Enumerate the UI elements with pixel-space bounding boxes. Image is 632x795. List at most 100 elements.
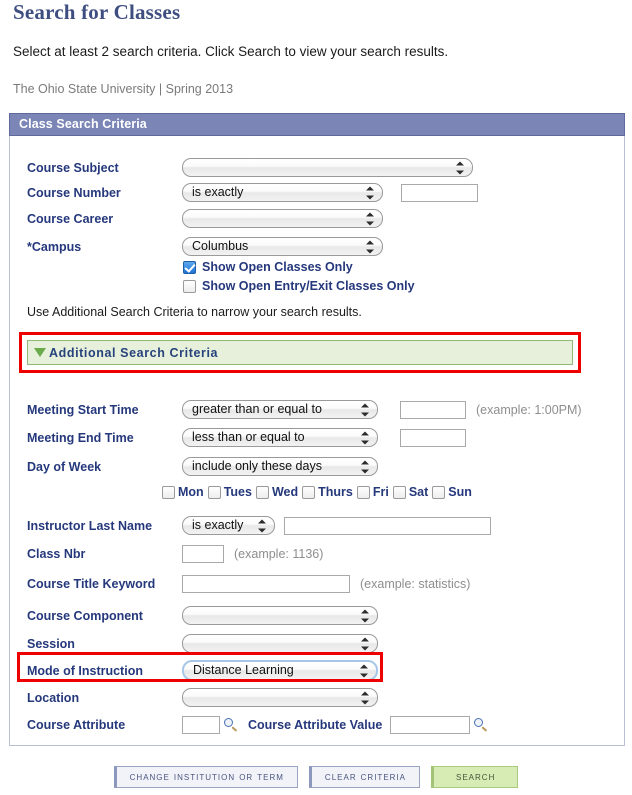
hint-course-title-keyword: (example: statistics) <box>360 577 471 591</box>
label-meeting-start-time: Meeting Start Time <box>27 402 139 417</box>
label-course-attribute-value: Course Attribute Value <box>248 718 383 732</box>
row-course-career: Course Career <box>27 209 383 228</box>
label-location: Location <box>27 690 80 705</box>
row-day-of-week: Day of Week include only these days <box>27 457 378 476</box>
checkbox-day-sun[interactable] <box>432 485 446 499</box>
label-day-mon: Mon <box>178 485 204 499</box>
row-campus: *Campus Columbus <box>27 237 383 256</box>
select-course-subject[interactable] <box>182 158 473 177</box>
page-instruction: Select at least 2 search criteria. Click… <box>13 44 449 59</box>
row-course-subject: Course Subject <box>27 158 473 177</box>
label-campus: *Campus <box>27 239 82 254</box>
checkbox-show-open-entry-exit[interactable] <box>183 279 196 293</box>
select-arrows-icon <box>361 459 370 474</box>
label-class-nbr: Class Nbr <box>27 547 86 561</box>
label-day-thurs: Thurs <box>318 485 353 499</box>
input-meeting-start-time[interactable] <box>400 400 466 419</box>
label-day-sun: Sun <box>448 485 472 499</box>
search-button[interactable]: Search <box>431 766 519 788</box>
select-arrows-icon <box>361 608 370 623</box>
institution-term-line: The Ohio State University | Spring 2013 <box>13 82 234 96</box>
label-course-component: Course Component <box>27 608 143 623</box>
input-class-nbr[interactable] <box>182 545 224 563</box>
select-campus[interactable]: Columbus <box>182 237 383 256</box>
label-day-fri: Fri <box>372 485 389 499</box>
additional-search-criteria-toggle[interactable]: Additional Search Criteria <box>27 340 573 365</box>
row-course-number: Course Number is exactly <box>27 183 478 202</box>
select-course-component[interactable] <box>182 606 378 625</box>
label-show-open-entry-exit: Show Open Entry/Exit Classes Only <box>202 279 415 293</box>
select-session[interactable] <box>182 634 378 653</box>
panel-header: Class Search Criteria <box>9 113 625 136</box>
input-course-attribute[interactable] <box>182 716 220 734</box>
label-course-subject: Course Subject <box>27 160 119 175</box>
select-arrows-icon <box>456 160 465 175</box>
select-location[interactable] <box>182 688 378 707</box>
row-instructor-last-name: Instructor Last Name is exactly <box>27 516 491 535</box>
checkbox-day-mon[interactable] <box>162 485 175 499</box>
select-arrows-icon <box>366 211 375 226</box>
label-day-tues: Tues <box>223 485 252 499</box>
clear-criteria-button[interactable]: Clear Criteria <box>308 766 420 788</box>
day-of-week-checkbox-group: Mon Tues Wed Thurs Fri Sat Sun <box>162 485 476 499</box>
checkbox-day-sat[interactable] <box>392 485 406 499</box>
checkbox-day-fri[interactable] <box>356 485 370 499</box>
magnifier-icon[interactable] <box>224 717 239 733</box>
row-session: Session <box>27 634 378 653</box>
select-arrows-icon <box>361 636 370 651</box>
select-arrows-icon <box>360 663 369 678</box>
select-arrows-icon <box>361 690 370 705</box>
select-arrows-icon <box>366 185 375 200</box>
magnifier-icon[interactable] <box>474 717 489 733</box>
row-course-attribute: Course Attribute Course Attribute Value <box>27 716 489 734</box>
select-arrows-icon <box>366 239 375 254</box>
input-course-number[interactable] <box>401 183 478 202</box>
label-instructor-last-name: Instructor Last Name <box>27 518 153 533</box>
label-meeting-end-time: Meeting End Time <box>27 430 134 445</box>
select-meeting-end-time-operator[interactable]: less than or equal to <box>182 428 378 447</box>
row-meeting-end-time: Meeting End Time less than or equal to <box>27 428 466 447</box>
input-meeting-end-time[interactable] <box>400 428 466 447</box>
label-day-wed: Wed <box>271 485 299 499</box>
action-button-bar: Change Institution or Term Clear Criteri… <box>0 766 632 788</box>
input-instructor-last-name[interactable] <box>284 516 491 535</box>
label-course-number: Course Number <box>27 185 121 200</box>
additional-criteria-note: Use Additional Search Criteria to narrow… <box>27 305 362 319</box>
additional-search-criteria-label: Additional Search Criteria <box>49 345 219 360</box>
checkbox-day-wed[interactable] <box>255 485 269 499</box>
label-show-open-classes: Show Open Classes Only <box>202 260 353 274</box>
select-instructor-last-name-operator[interactable]: is exactly <box>182 516 275 535</box>
label-course-career: Course Career <box>27 211 114 226</box>
row-course-title-keyword: Course Title Keyword (example: statistic… <box>27 575 470 593</box>
select-mode-of-instruction[interactable]: Distance Learning <box>182 660 378 681</box>
select-course-career[interactable] <box>182 209 383 228</box>
row-show-open-entry-exit[interactable]: Show Open Entry/Exit Classes Only <box>183 279 415 293</box>
checkbox-day-thurs[interactable] <box>302 485 316 499</box>
select-day-of-week-operator[interactable]: include only these days <box>182 457 378 476</box>
row-class-nbr: Class Nbr (example: 1136) <box>27 545 323 563</box>
label-session: Session <box>27 636 75 651</box>
checkbox-day-tues[interactable] <box>207 485 221 499</box>
label-day-of-week: Day of Week <box>27 459 102 474</box>
row-meeting-start-time: Meeting Start Time greater than or equal… <box>27 400 582 419</box>
row-show-open-classes[interactable]: Show Open Classes Only <box>183 260 353 274</box>
select-arrows-icon <box>258 518 267 533</box>
row-course-component: Course Component <box>27 606 378 625</box>
input-course-title-keyword[interactable] <box>182 575 350 593</box>
checkbox-show-open-classes[interactable] <box>183 260 196 274</box>
page-title: Search for Classes <box>13 0 181 24</box>
hint-meeting-start-time: (example: 1:00PM) <box>476 402 582 417</box>
select-arrows-icon <box>361 402 370 417</box>
label-course-title-keyword: Course Title Keyword <box>27 577 156 591</box>
select-meeting-start-time-operator[interactable]: greater than or equal to <box>182 400 378 419</box>
label-day-sat: Sat <box>408 485 429 499</box>
change-institution-or-term-button[interactable]: Change Institution or Term <box>113 766 298 788</box>
hint-class-nbr: (example: 1136) <box>234 547 324 561</box>
select-course-number-operator[interactable]: is exactly <box>182 183 383 202</box>
label-course-attribute: Course Attribute <box>27 718 126 732</box>
row-location: Location <box>27 688 378 707</box>
select-arrows-icon <box>361 430 370 445</box>
input-course-attribute-value[interactable] <box>390 716 471 734</box>
triangle-down-icon <box>34 348 46 357</box>
label-mode-of-instruction: Mode of Instruction <box>27 663 143 678</box>
